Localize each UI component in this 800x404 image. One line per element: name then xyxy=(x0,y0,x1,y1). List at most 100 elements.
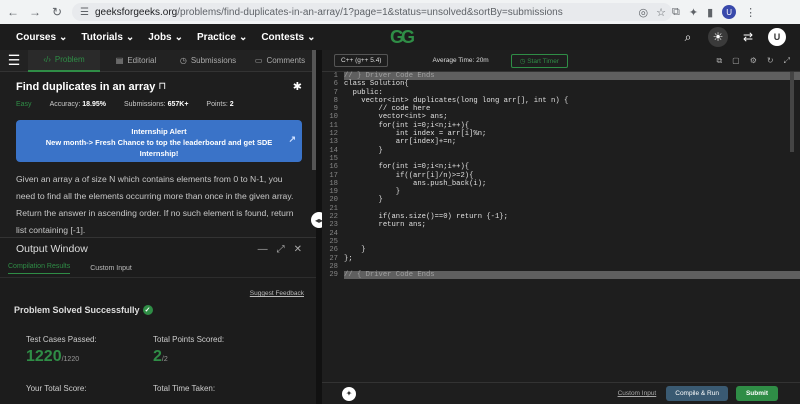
reload-icon[interactable]: ↻ xyxy=(48,3,66,21)
code-line[interactable]: 23 return ans; xyxy=(322,221,800,229)
line-number: 23 xyxy=(329,221,338,230)
code-line[interactable]: 27}; xyxy=(322,255,800,263)
puzzle-icon[interactable]: ✦ xyxy=(689,6,698,19)
code-line[interactable]: 25 xyxy=(322,238,800,246)
translate-icon[interactable]: ⇄ xyxy=(738,27,758,47)
line-number: 20 xyxy=(329,196,338,205)
back-icon[interactable]: ← xyxy=(4,3,22,21)
points-scored-label: Total Points Scored: xyxy=(153,335,225,344)
start-timer-button[interactable]: ◷ Start Timer xyxy=(510,53,569,68)
tab-editorial[interactable]: ▤ Editorial xyxy=(100,50,172,72)
difficulty-badge: Easy xyxy=(16,101,32,108)
nav-item-jobs[interactable]: Jobs ⌄ xyxy=(148,32,183,43)
copy-icon[interactable]: ⧉ xyxy=(716,56,722,66)
editor-toolbar: C++ (g++ 5.4) Average Time: 20m ◷ Start … xyxy=(322,50,800,72)
line-number: 24 xyxy=(329,229,338,238)
external-link-icon[interactable]: ↗ xyxy=(288,134,296,145)
code-text: vector<int> ans; xyxy=(344,113,448,122)
code-line[interactable]: 17 if((arr[i]/n)>=2){ xyxy=(322,172,800,180)
code-text: if(ans.size()==0) return {-1}; xyxy=(344,213,508,222)
compile-run-button[interactable]: Compile & Run xyxy=(666,386,728,401)
code-line[interactable]: 9 // code here xyxy=(322,105,800,113)
user-avatar[interactable]: U xyxy=(768,28,786,46)
code-line[interactable]: 19 } xyxy=(322,188,800,196)
line-number: 17 xyxy=(329,171,338,180)
nav-item-tutorials[interactable]: Tutorials ⌄ xyxy=(81,32,134,43)
code-line[interactable]: 24 xyxy=(322,230,800,238)
code-line[interactable]: 20 } xyxy=(322,196,800,204)
menu-kebab-icon[interactable]: ⋮ xyxy=(745,6,756,19)
line-number: 9 xyxy=(333,105,338,114)
nav-item-courses[interactable]: Courses ⌄ xyxy=(16,32,67,43)
forward-icon[interactable]: → xyxy=(26,3,44,21)
code-line[interactable]: 1 // } Driver Code Ends xyxy=(322,72,800,81)
settings-icon[interactable]: ⚙ xyxy=(750,56,757,66)
tab-submissions[interactable]: ◷ Submissions xyxy=(172,50,244,72)
bookmark-icon[interactable]: ⊓ xyxy=(158,81,166,92)
editor-scrollbar[interactable] xyxy=(790,72,794,152)
code-line[interactable]: 28 xyxy=(322,263,800,271)
suggest-feedback-link[interactable]: Suggest Feedback xyxy=(250,290,304,297)
expand-icon[interactable]: ⤢ xyxy=(277,244,285,255)
line-number: 8 xyxy=(333,96,338,105)
code-line[interactable]: 29 // { Driver Code Ends xyxy=(322,271,800,280)
code-line[interactable]: 10 vector<int> ans; xyxy=(322,113,800,121)
site-info-icon[interactable]: ☰ xyxy=(80,7,89,18)
test-cases-value: 1220/1220 xyxy=(26,348,80,365)
code-text: // } Driver Code Ends xyxy=(344,72,800,81)
reset-icon[interactable]: ↻ xyxy=(767,56,774,66)
internship-alert[interactable]: Internship Alert New month-> Fresh Chanc… xyxy=(16,120,302,162)
code-line[interactable]: 12 int index = arr[i]%n; xyxy=(322,130,800,138)
profile-avatar[interactable]: U xyxy=(722,5,737,19)
points-stat: Points: 2 xyxy=(206,101,234,108)
code-line[interactable]: 8 vector<int> duplicates(long long arr[]… xyxy=(322,97,800,105)
code-line[interactable]: 6 class Solution{ xyxy=(322,80,800,88)
code-line[interactable]: 18 ans.push_back(i); xyxy=(322,180,800,188)
gfg-logo[interactable]: GG xyxy=(384,26,418,48)
minimize-icon[interactable]: — xyxy=(258,244,268,255)
fullscreen-icon[interactable]: ⤢ xyxy=(784,56,790,66)
code-line[interactable]: 11 for(int i=0;i<n;i++){ xyxy=(322,122,800,130)
tab-compilation-results[interactable]: Compilation Results xyxy=(8,263,71,274)
check-circle-icon: ✓ xyxy=(142,305,153,315)
tab-comments[interactable]: ▭ Comments xyxy=(244,50,316,72)
star-icon[interactable]: ☆ xyxy=(656,6,666,19)
code-line[interactable]: 13 arr[index]+=n; xyxy=(322,138,800,146)
tab-custom-input[interactable]: Custom Input xyxy=(90,265,132,272)
code-icon[interactable]: ▢ xyxy=(732,56,740,66)
line-number: 1 xyxy=(333,72,338,80)
search-icon[interactable]: ⌕ xyxy=(678,27,698,47)
bug-report-icon[interactable]: ✱ xyxy=(293,80,302,93)
close-icon[interactable]: ✕ xyxy=(294,244,302,255)
tab-problem[interactable]: ‹/› Problem xyxy=(28,50,100,72)
code-line[interactable]: 7 public: xyxy=(322,89,800,97)
theme-toggle-icon[interactable]: ☀ xyxy=(708,27,728,47)
address-bar[interactable]: ☰ geeksforgeeks.org/problems/find-duplic… xyxy=(72,3,672,21)
code-text: vector<int> duplicates(long long arr[], … xyxy=(344,96,569,105)
solved-message: Problem Solved Successfully ✓ xyxy=(14,305,153,315)
code-line[interactable]: 26 } xyxy=(322,246,800,254)
hamburger-icon[interactable]: ☰ xyxy=(0,52,28,69)
custom-input-link[interactable]: Custom Input xyxy=(618,390,657,397)
lightbulb-icon[interactable]: ✦ xyxy=(342,386,356,401)
code-line[interactable]: 21 xyxy=(322,205,800,213)
code-line[interactable]: 15 xyxy=(322,155,800,163)
accuracy-stat: Accuracy: 18.95% xyxy=(49,101,106,108)
code-line[interactable]: 14 } xyxy=(322,147,800,155)
line-number: 27 xyxy=(329,254,338,263)
sidepanel-icon[interactable]: ▮ xyxy=(707,6,713,19)
submit-button[interactable]: Submit xyxy=(735,386,778,401)
code-line[interactable]: 22 if(ans.size()==0) return {-1}; xyxy=(322,213,800,221)
chevron-down-icon: ⌄ xyxy=(238,31,248,43)
extensions-icon[interactable]: ⧉ xyxy=(672,6,680,19)
code-line[interactable]: 16 for(int i=0;i<n;i++){ xyxy=(322,163,800,171)
eye-off-icon[interactable]: ◎ xyxy=(639,6,649,19)
chevron-down-icon: ⌄ xyxy=(307,31,316,43)
nav-item-practice[interactable]: Practice ⌄ xyxy=(197,32,247,43)
code-area[interactable]: 1 // } Driver Code Ends 6 class Solution{7 … xyxy=(322,72,800,362)
line-number: 26 xyxy=(329,246,338,255)
nav-item-contests[interactable]: Contests ⌄ xyxy=(261,32,315,43)
language-select[interactable]: C++ (g++ 5.4) xyxy=(334,54,389,67)
